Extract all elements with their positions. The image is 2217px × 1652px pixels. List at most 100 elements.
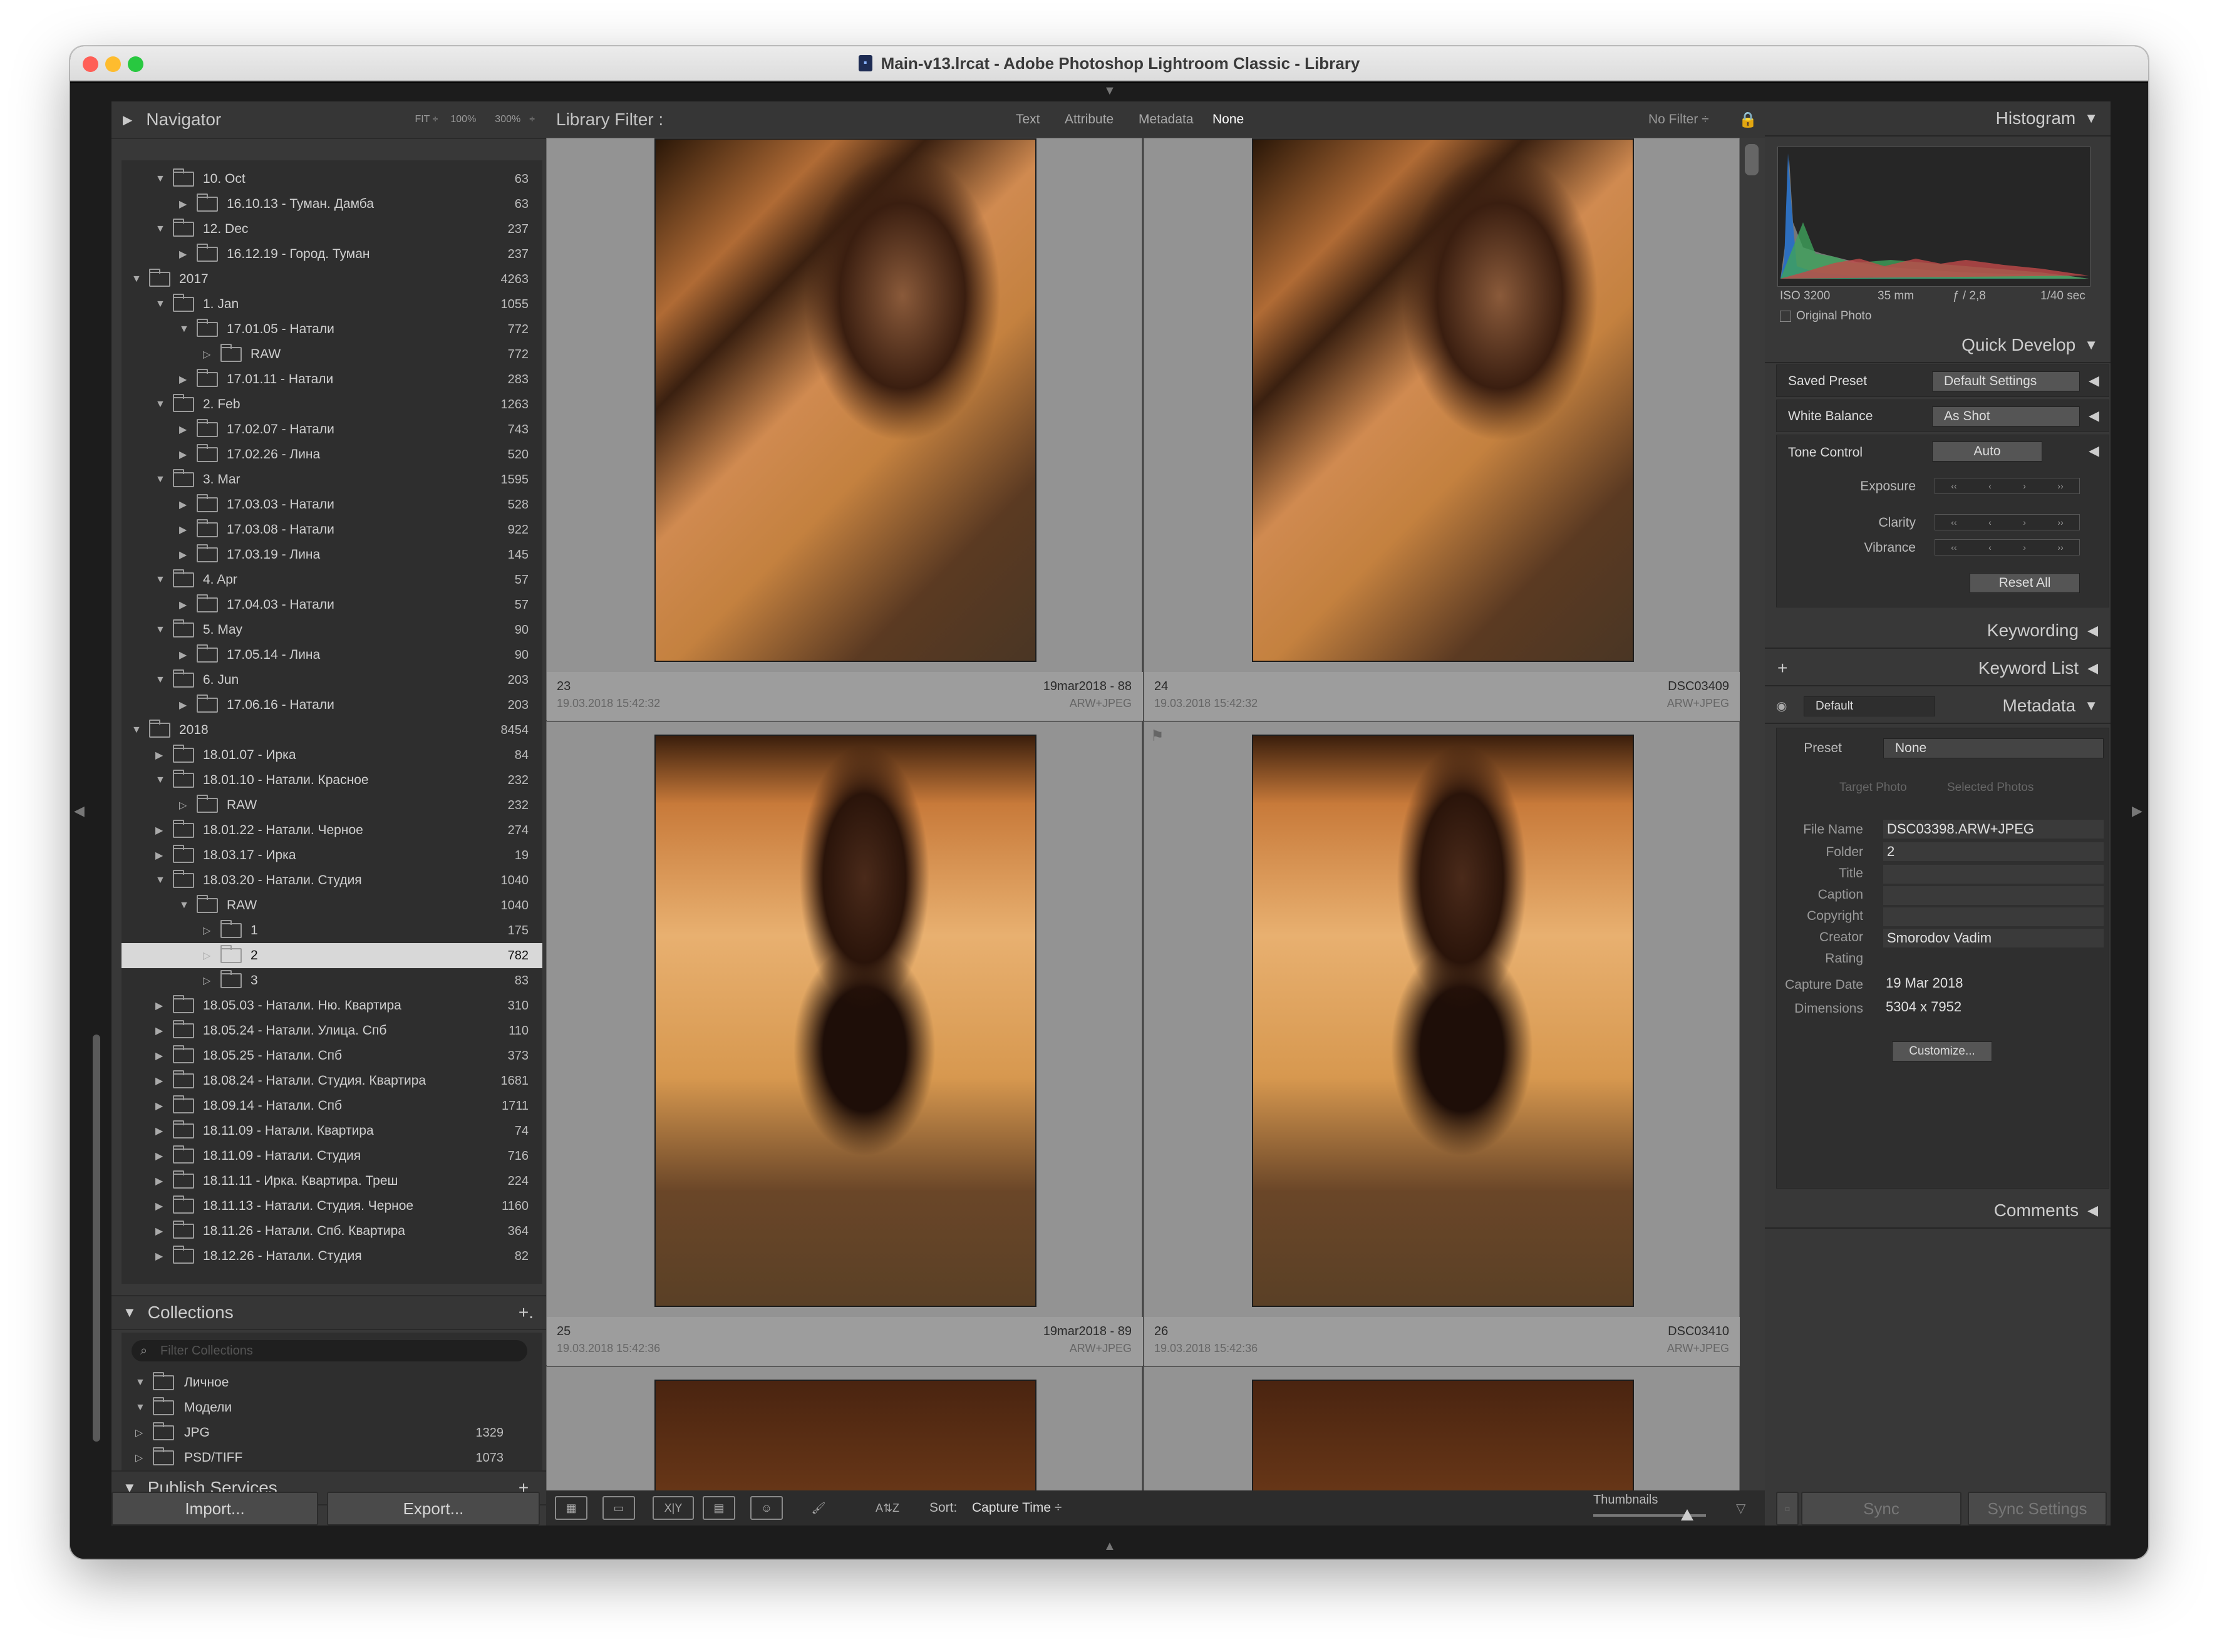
copyright-field[interactable] (1883, 907, 2104, 926)
export-button[interactable]: Export... (327, 1492, 540, 1526)
metadata-view-dropdown[interactable]: Default (1804, 696, 1935, 716)
expand-triangle-icon[interactable]: ▶ (155, 1200, 163, 1212)
expand-triangle-icon[interactable]: ▷ (135, 1452, 143, 1464)
auto-tone-button[interactable]: Auto (1932, 441, 2042, 462)
folder-row[interactable]: ▼ 10. Oct 63 (121, 167, 542, 192)
folder-row[interactable]: ▶ 18.08.24 - Натали. Студия. Квартира 1681 (121, 1068, 542, 1093)
folder-field[interactable]: 2 (1883, 842, 2104, 861)
exposure-stepper[interactable]: ‹‹ ‹ › ›› (1935, 478, 2080, 494)
sort-dropdown[interactable]: Capture Time ÷ (972, 1500, 1062, 1515)
folder-row[interactable]: ▼ 12. Dec 237 (121, 217, 542, 242)
filter-text-tab[interactable]: Text (1016, 112, 1040, 127)
collapse-triangle-icon[interactable]: ▼ (179, 324, 189, 335)
grid-cell[interactable]: 24 DSC03409 19.03.2018 15:42:32 ARW+JPEG (1144, 138, 1740, 721)
quick-develop-header[interactable]: Quick Develop ▼ (1765, 328, 2111, 363)
folder-row[interactable]: ▼ 18.01.10 - Натали. Красное 232 (121, 768, 542, 793)
expand-triangle-icon[interactable]: ◀ (2089, 443, 2099, 459)
folder-row[interactable]: ▶ 18.03.17 - Ирка 19 (121, 843, 542, 868)
folder-row[interactable]: ▶ 18.11.26 - Натали. Спб. Квартира 364 (121, 1219, 542, 1244)
zoom-fit[interactable]: FIT ÷ (415, 114, 438, 125)
keyword-list-header[interactable]: + Keyword List ◀ (1765, 651, 2111, 686)
painter-icon[interactable]: 🖌 (809, 1496, 828, 1520)
collapse-triangle-icon[interactable]: ▼ (179, 900, 189, 911)
reset-all-button[interactable]: Reset All (1970, 573, 2080, 593)
histogram-chart[interactable] (1777, 147, 2090, 287)
close-button[interactable] (83, 56, 98, 72)
expand-triangle-icon[interactable]: ▶ (179, 549, 187, 561)
collapse-triangle-icon[interactable]: ▼ (155, 875, 165, 886)
filter-none-tab[interactable]: None (1212, 112, 1244, 127)
folder-row[interactable]: ▶ 17.03.19 - Лина 145 (121, 542, 542, 567)
collapse-triangle-icon[interactable]: ▼ (135, 1377, 145, 1388)
expand-triangle-icon[interactable]: ▶ (155, 1100, 163, 1112)
vibrance-stepper[interactable]: ‹‹ ‹ › ›› (1935, 539, 2080, 555)
folder-row[interactable]: ▶ 17.05.14 - Лина 90 (121, 643, 542, 668)
target-photo-toggle[interactable]: Target Photo (1839, 781, 1907, 795)
loupe-view-icon[interactable]: ▭ (602, 1496, 635, 1520)
expand-triangle-icon[interactable]: ▶ (179, 599, 187, 611)
bottom-panel-toggle-icon[interactable]: ▲ (1103, 1539, 1116, 1554)
scroll-thumb[interactable] (1745, 144, 1759, 175)
folder-row[interactable]: ▶ 18.01.07 - Ирка 84 (121, 743, 542, 768)
grid-cell[interactable]: ⚑ 26 DSC03410 19.03.2018 15:42:36 ARW+JP… (1144, 721, 1740, 1366)
expand-triangle-icon[interactable]: ▶ (155, 1225, 163, 1237)
folder-row[interactable]: ▶ 17.01.11 - Натали 283 (121, 367, 542, 392)
collections-header[interactable]: ▼ Collections +. (111, 1295, 546, 1330)
folder-row[interactable]: ▶ 17.02.26 - Лина 520 (121, 442, 542, 467)
sort-direction-icon[interactable]: A⇅Z (866, 1496, 909, 1520)
expand-triangle-icon[interactable]: ▶ (179, 649, 187, 661)
collapse-triangle-icon[interactable]: ▼ (132, 274, 142, 285)
slider-thumb[interactable] (1681, 1509, 1693, 1520)
folder-row[interactable]: ▶ 18.11.09 - Натали. Квартира 74 (121, 1118, 542, 1143)
folder-row[interactable]: ▼ RAW 1040 (121, 893, 542, 918)
eye-icon[interactable]: ◉ (1776, 698, 1787, 714)
expand-triangle-icon[interactable]: ▶ (155, 1250, 163, 1262)
rating-stars[interactable] (1883, 950, 2104, 969)
folder-row[interactable]: ▼ 18.03.20 - Натали. Студия 1040 (121, 868, 542, 893)
folder-row[interactable]: ▶ 16.10.13 - Туман. Дамба 63 (121, 192, 542, 217)
folder-row[interactable]: ▶ 17.03.03 - Натали 528 (121, 492, 542, 517)
collapse-triangle-icon[interactable]: ▼ (132, 725, 142, 736)
folder-row[interactable]: ▶ 17.04.03 - Натали 57 (121, 592, 542, 617)
expand-triangle-icon[interactable]: ▶ (179, 373, 187, 386)
expand-triangle-icon[interactable]: ▷ (203, 949, 210, 962)
metadata-preset-dropdown[interactable]: None (1883, 738, 2104, 758)
expand-triangle-icon[interactable]: ▶ (155, 1075, 163, 1087)
sync-button[interactable]: Sync (1801, 1492, 1961, 1526)
expand-triangle-icon[interactable]: ▶ (179, 198, 187, 210)
photo-thumbnail[interactable] (654, 735, 1036, 1307)
grid-scrollbar[interactable] (1740, 138, 1765, 1490)
add-keyword-icon[interactable]: + (1777, 658, 1787, 678)
photo-thumbnail[interactable] (1252, 1380, 1634, 1490)
folder-row[interactable]: ▶ 18.01.22 - Натали. Черное 274 (121, 818, 542, 843)
folder-row[interactable]: ▼ 17.01.05 - Натали 772 (121, 317, 542, 342)
expand-triangle-icon[interactable]: ▶ (155, 1175, 163, 1187)
folder-row[interactable]: ▶ 18.11.13 - Натали. Студия. Черное 1160 (121, 1194, 542, 1219)
white-balance-dropdown[interactable]: As Shot (1932, 406, 2080, 426)
folder-row[interactable]: ▶ 18.09.14 - Натали. Спб 1711 (121, 1093, 542, 1118)
expand-triangle-icon[interactable]: ▶ (179, 498, 187, 511)
collapse-triangle-icon[interactable]: ▼ (155, 224, 165, 235)
expand-triangle-icon[interactable]: ▷ (179, 799, 187, 812)
creator-field[interactable]: Smorodov Vadim (1883, 929, 2104, 947)
collections-search-input[interactable]: ⌕ Filter Collections (132, 1340, 527, 1361)
folder-row[interactable]: ▼ 2. Feb 1263 (121, 392, 542, 417)
expand-triangle-icon[interactable]: ▷ (203, 924, 210, 937)
thumbnail-size-slider[interactable] (1593, 1509, 1706, 1520)
zoom-100[interactable]: 100% (450, 114, 476, 125)
expand-triangle-icon[interactable]: ▶ (179, 423, 187, 436)
left-panel-toggle-icon[interactable]: ◀ (74, 803, 85, 819)
expand-triangle-icon[interactable]: ▶ (179, 448, 187, 461)
zoom-stepper-icon[interactable]: ÷ (529, 114, 535, 125)
people-view-icon[interactable]: ☺ (750, 1496, 783, 1520)
grid-cell[interactable]: 23 19mar2018 - 88 19.03.2018 15:42:32 AR… (546, 138, 1143, 721)
filter-attribute-tab[interactable]: Attribute (1065, 112, 1114, 127)
expand-triangle-icon[interactable]: ▶ (155, 749, 163, 761)
folder-row[interactable]: ▶ 17.03.08 - Натали 922 (121, 517, 542, 542)
collection-row[interactable]: ▷ JPG 1329 (121, 1420, 522, 1445)
expand-triangle-icon[interactable]: ▶ (155, 849, 163, 862)
photo-thumbnail[interactable] (1252, 138, 1634, 662)
collapse-triangle-icon[interactable]: ▼ (155, 624, 165, 636)
collapse-triangle-icon[interactable]: ▼ (155, 399, 165, 410)
expand-triangle-icon[interactable]: ▶ (155, 1125, 163, 1137)
